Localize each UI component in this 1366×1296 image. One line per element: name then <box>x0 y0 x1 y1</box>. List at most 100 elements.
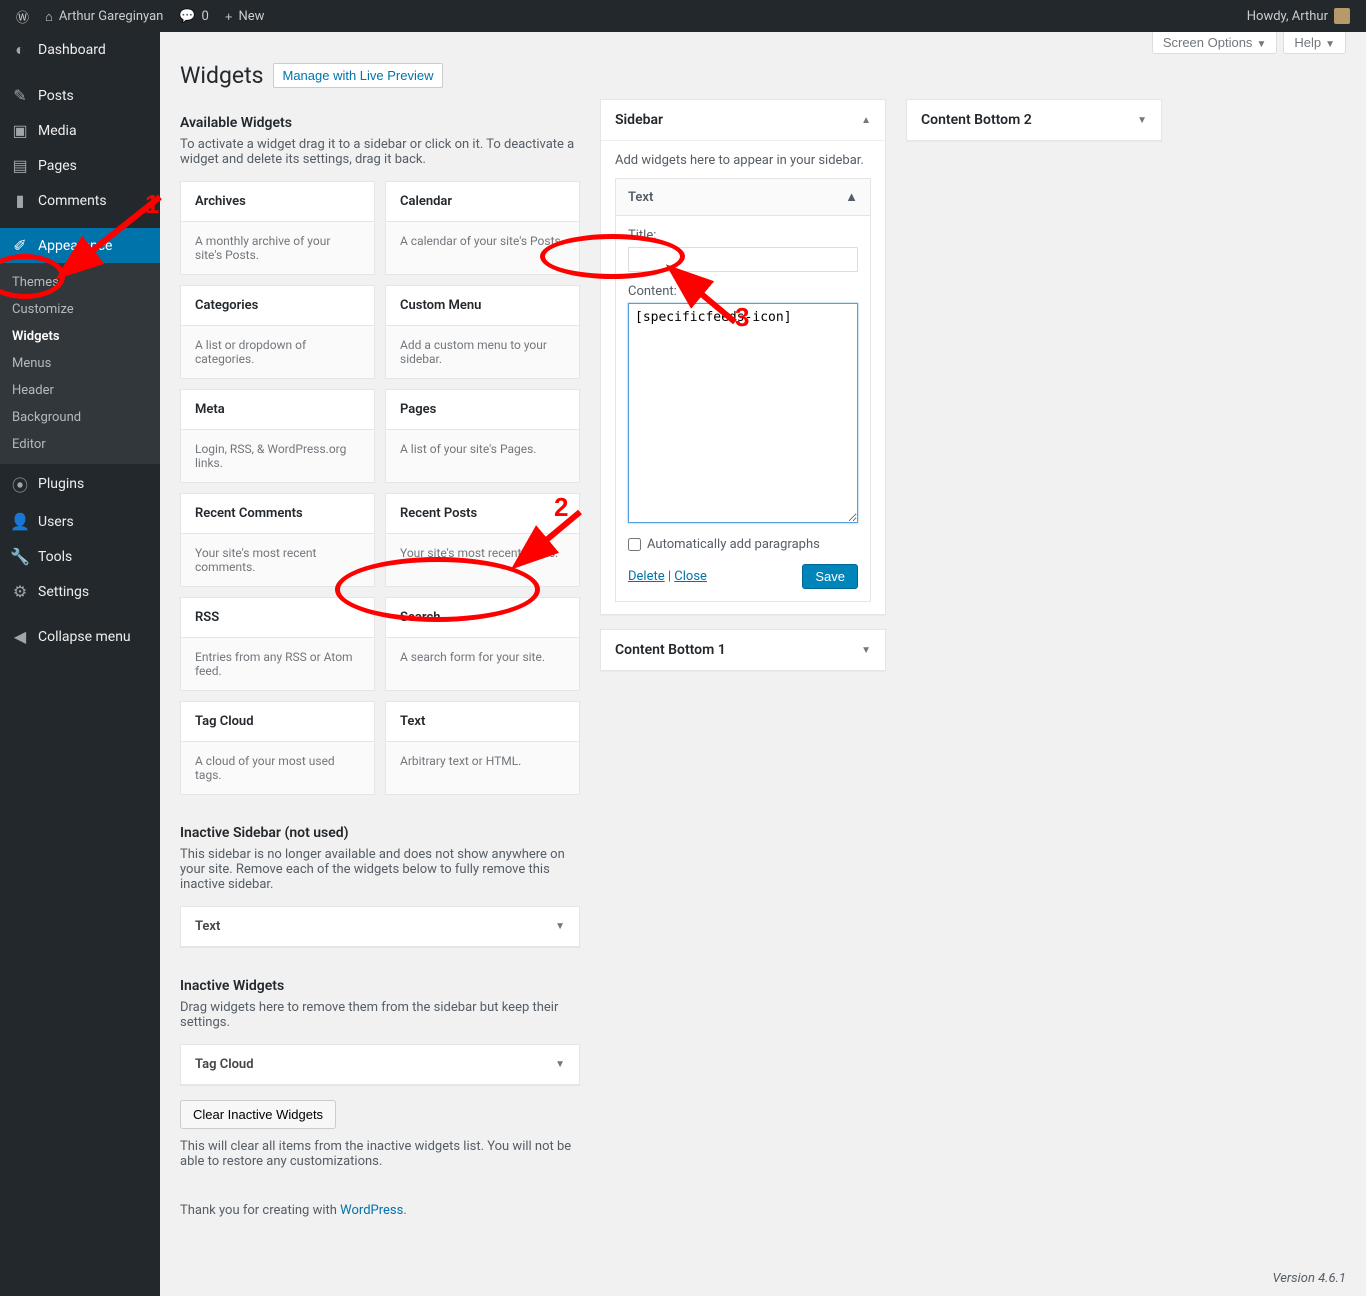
auto-paragraphs-checkbox[interactable] <box>628 538 641 551</box>
widget-card[interactable]: Tag CloudA cloud of your most used tags. <box>180 701 375 795</box>
widget-name: Custom Menu <box>386 286 579 326</box>
dashboard-icon: ◐ <box>10 40 30 60</box>
inactive-widget-tagcloud[interactable]: Tag Cloud ▼ <box>180 1044 580 1086</box>
title-label: Title: <box>628 228 858 243</box>
widget-name: Recent Comments <box>181 494 374 534</box>
widget-desc: Add a custom menu to your sidebar. <box>386 326 579 378</box>
menu-pages[interactable]: ▤Pages <box>0 148 160 183</box>
footer: Thank you for creating with WordPress. <box>180 1183 580 1218</box>
widgets-grid: ArchivesA monthly archive of your site's… <box>180 181 580 795</box>
widget-card[interactable]: TextArbitrary text or HTML. <box>385 701 580 795</box>
text-widget: Text ▲ Title: Content: Automatical <box>615 178 871 602</box>
inactive-sidebar-widget[interactable]: Text ▼ <box>180 906 580 948</box>
admin-toolbar: Ⓦ ⌂Arthur Gareginyan 💬0 +New Howdy, Arth… <box>0 0 1366 32</box>
title-input[interactable] <box>628 247 858 272</box>
inactive-widgets-heading: Inactive Widgets <box>180 978 580 994</box>
new-link[interactable]: +New <box>217 0 273 32</box>
chevron-down-icon: ▼ <box>1137 115 1147 126</box>
menu-tools[interactable]: 🔧Tools <box>0 539 160 574</box>
comment-icon: ▮ <box>10 191 30 210</box>
widget-desc: Your site's most recent comments. <box>181 534 374 586</box>
wordpress-icon: Ⓦ <box>16 7 29 26</box>
sidebar-panel: Sidebar ▲ Add widgets here to appear in … <box>600 99 886 615</box>
comment-icon: 💬 <box>179 8 195 24</box>
new-label: New <box>238 9 264 24</box>
widget-card[interactable]: Custom MenuAdd a custom menu to your sid… <box>385 285 580 379</box>
site-name: Arthur Gareginyan <box>59 9 163 24</box>
widget-card[interactable]: RSSEntries from any RSS or Atom feed. <box>180 597 375 691</box>
widget-name: Tag Cloud <box>181 702 374 742</box>
avatar <box>1334 8 1350 24</box>
available-widgets-desc: To activate a widget drag it to a sideba… <box>180 137 580 167</box>
widget-name: Text <box>386 702 579 742</box>
content-textarea[interactable] <box>628 303 858 523</box>
menu-collapse[interactable]: ◀Collapse menu <box>0 619 160 654</box>
widget-card[interactable]: MetaLogin, RSS, & WordPress.org links. <box>180 389 375 483</box>
wrench-icon: 🔧 <box>10 547 30 566</box>
comments-link[interactable]: 💬0 <box>171 0 217 32</box>
wordpress-link[interactable]: WordPress <box>340 1203 403 1218</box>
plug-icon: ⦿ <box>10 472 30 496</box>
menu-appearance[interactable]: ✐Appearance <box>0 228 160 263</box>
page-icon: ▤ <box>10 156 30 175</box>
widget-desc: A calendar of your site's Posts. <box>386 222 579 260</box>
widget-name: Calendar <box>386 182 579 222</box>
chevron-down-icon: ▼ <box>1256 39 1266 50</box>
comments-count: 0 <box>202 9 209 24</box>
menu-media[interactable]: ▣Media <box>0 113 160 148</box>
text-widget-head[interactable]: Text ▲ <box>616 179 870 216</box>
content-bottom-2-head[interactable]: Content Bottom 2 ▼ <box>907 100 1161 140</box>
sidebar-panel-desc: Add widgets here to appear in your sideb… <box>615 153 864 168</box>
site-link[interactable]: ⌂Arthur Gareginyan <box>37 0 171 32</box>
menu-comments[interactable]: ▮Comments <box>0 183 160 218</box>
menu-plugins[interactable]: ⦿Plugins <box>0 464 160 504</box>
content-bottom-2-panel: Content Bottom 2 ▼ <box>906 99 1162 141</box>
menu-dashboard[interactable]: ◐Dashboard <box>0 32 160 68</box>
menu-users[interactable]: 👤Users <box>0 504 160 539</box>
chevron-down-icon: ▼ <box>861 645 871 656</box>
inactive-widgets-desc: Drag widgets here to remove them from th… <box>180 1000 580 1030</box>
submenu-customize[interactable]: Customize <box>0 296 160 323</box>
widget-desc: A search form for your site. <box>386 638 579 676</box>
account-link[interactable]: Howdy, Arthur <box>1239 0 1358 32</box>
available-widgets-heading: Available Widgets <box>180 115 580 131</box>
pin-icon: ✎ <box>10 86 30 105</box>
admin-sidebar: ◐Dashboard ✎Posts ▣Media ▤Pages ▮Comment… <box>0 32 160 1296</box>
menu-settings[interactable]: ⚙Settings <box>0 574 160 609</box>
media-icon: ▣ <box>10 121 30 140</box>
chevron-up-icon: ▲ <box>845 189 858 205</box>
brush-icon: ✐ <box>10 236 30 255</box>
chevron-down-icon: ▼ <box>555 921 565 932</box>
widget-card[interactable]: CategoriesA list or dropdown of categori… <box>180 285 375 379</box>
widget-card[interactable]: Recent PostsYour site's most recent Post… <box>385 493 580 587</box>
sidebar-panel-head[interactable]: Sidebar ▲ <box>601 100 885 141</box>
clear-inactive-button[interactable]: Clear Inactive Widgets <box>180 1100 336 1129</box>
chevron-up-icon: ▲ <box>861 115 871 126</box>
widget-card[interactable]: CalendarA calendar of your site's Posts. <box>385 181 580 275</box>
content-bottom-1-head[interactable]: Content Bottom 1 ▼ <box>601 630 885 670</box>
delete-link[interactable]: Delete <box>628 569 665 584</box>
submenu-menus[interactable]: Menus <box>0 350 160 377</box>
widget-card[interactable]: Recent CommentsYour site's most recent c… <box>180 493 375 587</box>
submenu-header[interactable]: Header <box>0 377 160 404</box>
live-preview-button[interactable]: Manage with Live Preview <box>273 63 442 88</box>
wp-logo[interactable]: Ⓦ <box>8 0 37 32</box>
submenu-themes[interactable]: Themes <box>0 269 160 296</box>
widget-name: RSS <box>181 598 374 638</box>
help-button[interactable]: Help▼ <box>1283 32 1346 54</box>
widget-card[interactable]: SearchA search form for your site. <box>385 597 580 691</box>
submenu-widgets[interactable]: Widgets <box>0 323 160 350</box>
content-bottom-1-panel: Content Bottom 1 ▼ <box>600 629 886 671</box>
save-button[interactable]: Save <box>802 564 858 589</box>
widget-card[interactable]: PagesA list of your site's Pages. <box>385 389 580 483</box>
auto-paragraphs-label: Automatically add paragraphs <box>647 537 820 552</box>
appearance-submenu: Themes Customize Widgets Menus Header Ba… <box>0 263 160 464</box>
widget-name: Pages <box>386 390 579 430</box>
submenu-editor[interactable]: Editor <box>0 431 160 458</box>
menu-posts[interactable]: ✎Posts <box>0 78 160 113</box>
widget-card[interactable]: ArchivesA monthly archive of your site's… <box>180 181 375 275</box>
close-link[interactable]: Close <box>674 569 707 584</box>
screen-options-button[interactable]: Screen Options▼ <box>1152 32 1278 54</box>
main-content: Screen Options▼ Help▼ Widgets Manage wit… <box>160 32 1366 1296</box>
submenu-background[interactable]: Background <box>0 404 160 431</box>
